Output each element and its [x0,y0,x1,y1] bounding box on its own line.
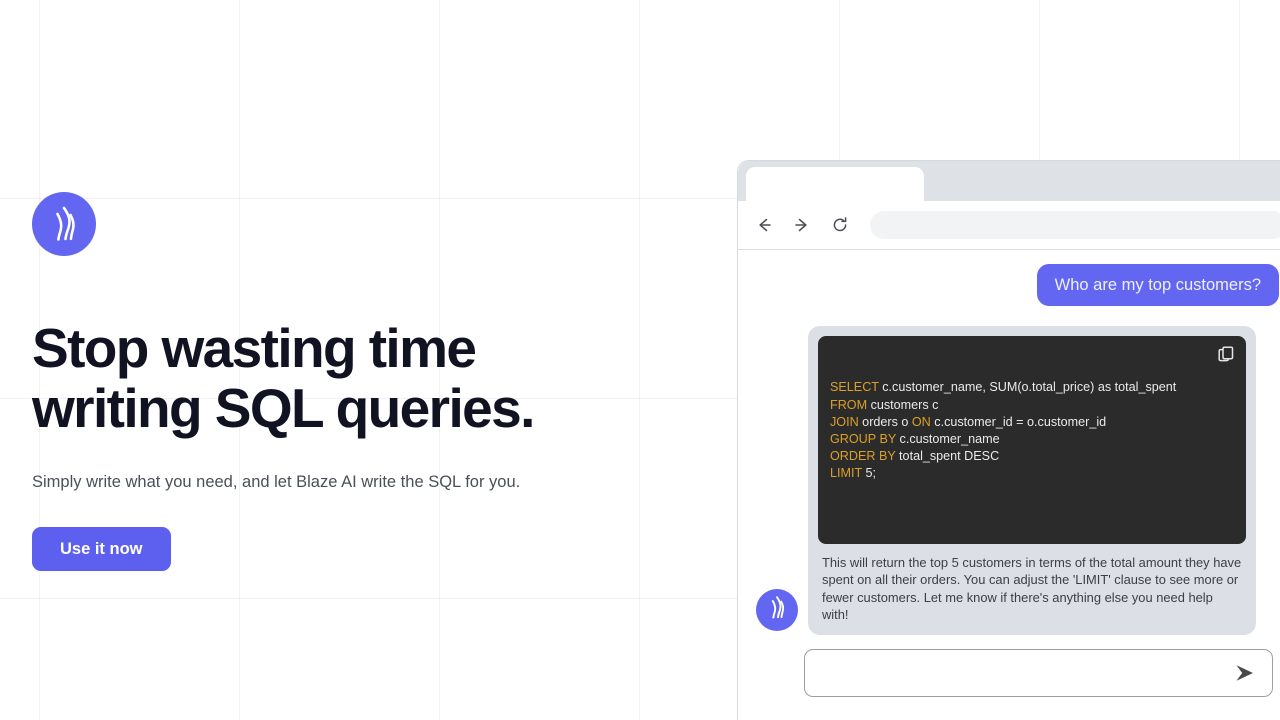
flame-icon [47,205,81,243]
use-it-now-button[interactable]: Use it now [32,527,171,571]
browser-tab[interactable] [746,167,924,201]
sql-code-line: LIMIT 5; [830,466,876,481]
arrow-left-icon[interactable] [750,211,778,239]
browser-tab-strip [738,161,1280,201]
send-icon[interactable] [1230,658,1260,688]
assistant-message-bubble: SELECT c.customer_name, SUM(o.total_pric… [808,326,1256,636]
browser-toolbar [738,201,1280,249]
sql-code-text: SELECT c.customer_name, SUM(o.total_pric… [830,379,1234,482]
sql-code-line: GROUP BY c.customer_name [830,432,1000,447]
sql-code-block: SELECT c.customer_name, SUM(o.total_pric… [818,336,1246,545]
copy-icon[interactable] [1216,344,1236,364]
assistant-explanation-text: This will return the top 5 customers in … [822,555,1242,622]
chat-input[interactable] [819,650,1230,696]
reload-icon[interactable] [826,211,854,239]
hero-section: Stop wasting time writing SQL queries. S… [32,192,692,571]
brand-logo [32,192,96,256]
hero-subtitle: Simply write what you need, and let Blaz… [32,473,521,491]
assistant-message-row: SELECT c.customer_name, SUM(o.total_pric… [756,326,1279,636]
sql-code-line: JOIN orders o ON c.customer_id = o.custo… [830,414,1107,429]
user-message-row: Who are my top customers? [756,264,1279,306]
page-root: Stop wasting time writing SQL queries. S… [0,0,1280,720]
browser-window: Who are my top customers? SELECT c.custo… [737,160,1280,720]
message-composer [804,649,1273,697]
page-title: Stop wasting time writing SQL queries. [32,317,535,439]
sql-code-line: SELECT c.customer_name, SUM(o.total_pric… [830,380,1177,395]
sql-code-line: ORDER BY total_spent DESC [830,449,1000,464]
avatar [756,589,798,632]
address-bar-input[interactable] [870,211,1280,239]
arrow-right-icon[interactable] [788,211,816,239]
user-message-bubble: Who are my top customers? [1036,264,1279,306]
sql-code-line: FROM customers c [830,397,939,412]
chat-panel: Who are my top customers? SELECT c.custo… [738,250,1280,720]
flame-icon [766,595,788,625]
